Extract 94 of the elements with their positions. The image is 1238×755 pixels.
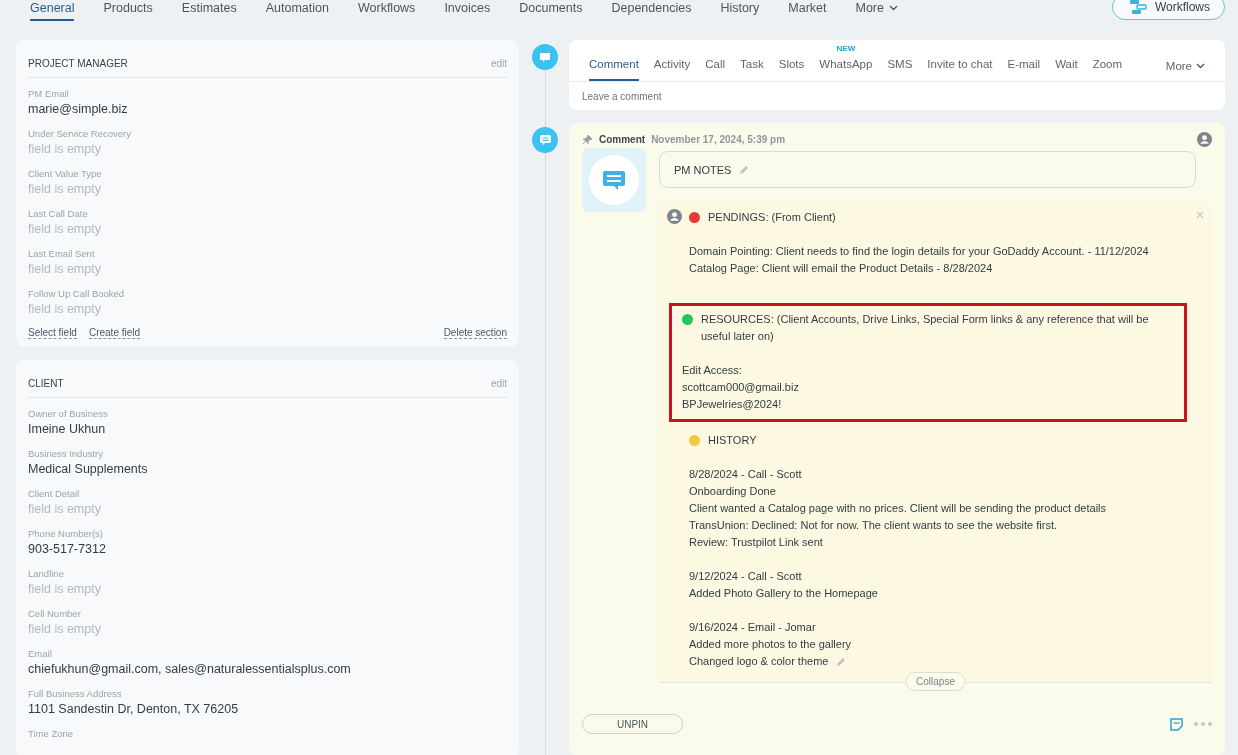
pencil-icon[interactable] [739, 164, 750, 175]
field-value: Medical Supplements [28, 461, 149, 478]
field-value: field is empty [28, 301, 102, 318]
comment-date: November 17, 2024, 5:39 pm [651, 133, 786, 145]
note-icon[interactable] [1169, 716, 1184, 732]
note-line: Added more photos to the gallery [689, 637, 852, 652]
field-value: chiefukhun@gmail.com, sales@naturalessentialsplus.com [28, 661, 352, 678]
message-icon [588, 154, 640, 206]
delete-section-link[interactable]: Delete section [443, 327, 507, 339]
composer-tab[interactable]: SMS [887, 58, 913, 81]
field-label: Follow Up Call Booked [28, 287, 126, 301]
nav-tab[interactable]: Products [103, 0, 153, 21]
nav-tab[interactable]: Dependencies [611, 0, 692, 21]
composer-tab[interactable]: Call [705, 58, 726, 81]
composer-tab[interactable]: E-mail [1007, 58, 1041, 81]
field-label: Landline [28, 567, 65, 581]
nav-tab[interactable]: Market [788, 0, 827, 21]
nav-tab[interactable]: Invoices [444, 0, 491, 21]
field-label: Last Call Date [28, 207, 89, 221]
user-icon [1197, 131, 1212, 147]
field-value: field is empty [28, 501, 102, 518]
note-title: PM NOTES [674, 163, 732, 176]
field-value: field is empty [28, 181, 102, 198]
collapse-button[interactable]: Collapse [905, 672, 966, 691]
comment-input[interactable]: Leave a comment [569, 82, 1225, 110]
field-value: field is empty [28, 141, 102, 158]
composer-tab[interactable]: Task [740, 58, 764, 81]
nav-tab[interactable]: General [30, 0, 75, 21]
field-value: marie@simple.biz [28, 101, 129, 118]
composer-tab[interactable]: Zoom [1092, 58, 1123, 81]
nav-tab[interactable]: Workflows [357, 0, 416, 21]
field-label: Last Email Sent [28, 247, 96, 261]
user-icon [667, 209, 682, 224]
field-label: Time Zone [28, 727, 75, 741]
chat-icon [532, 44, 558, 70]
close-icon[interactable] [1196, 211, 1204, 219]
field-label: Client Value Type [28, 167, 103, 181]
note-line: Review: Trustpilot Link sent [689, 535, 823, 550]
field-value: field is empty [28, 621, 102, 638]
note-line: Catalog Page: Client will email the Product Details - 8/28/2024 [689, 261, 993, 276]
field-value: field is empty [28, 261, 102, 278]
more-icon[interactable] [1194, 722, 1212, 726]
pin-icon[interactable] [582, 133, 593, 145]
nav-tab[interactable]: Documents [519, 0, 583, 21]
field-value: Imeine Ukhun [28, 421, 107, 438]
nav-tab[interactable]: More [855, 0, 898, 21]
new-label: NEW [836, 44, 856, 53]
note-line: Client wanted a Catalog page with no prices. Client will be sending the product details [689, 501, 1107, 516]
workflows-button[interactable]: Workflows [1111, 0, 1225, 20]
chevron-down-icon [1196, 63, 1205, 69]
nav-tab[interactable]: Automation [265, 0, 329, 21]
note-line: Onboarding Done [689, 484, 776, 499]
field-label: Business Industry [28, 447, 104, 461]
field-value: field is empty [28, 581, 102, 598]
section-title: CLIENT [28, 378, 64, 389]
field-label: Under Service Recovery [28, 127, 132, 141]
note-heading: RESOURCES: (Client Accounts, Drive Links, Special Form links & any reference that will be useful later on) [701, 312, 1150, 344]
workflow-icon [1128, 0, 1147, 15]
comment-icon [532, 127, 558, 153]
field-label: Cell Number [28, 607, 82, 621]
field-value: 1101 Sandestin Dr, Denton, TX 76205 [28, 701, 240, 718]
nav-tab[interactable]: Estimates [181, 0, 237, 21]
nav-tab[interactable]: History [720, 0, 760, 21]
note-line: Added Photo Gallery to the Homepage [689, 586, 878, 601]
field-action-link[interactable]: Create field [88, 327, 141, 339]
field-value: field is empty [28, 221, 102, 238]
field-label: PM Email [28, 87, 70, 101]
more-dropdown[interactable]: More [1165, 60, 1205, 81]
field-label: Phone Number(s) [28, 527, 104, 541]
note-line: BPJewelries@2024! [682, 397, 782, 412]
field-label: Full Business Address [28, 687, 123, 701]
composer-tab[interactable]: Invite to chat [927, 58, 993, 81]
note-line: scottcam000@gmail.biz [682, 380, 799, 395]
composer-tab[interactable]: Activity [653, 58, 691, 81]
chevron-down-icon [889, 5, 898, 11]
field-value: 903-517-7312 [28, 541, 107, 558]
field-label: Client Detail [28, 487, 81, 501]
note-line: 9/16/2024 - Email - Jomar [689, 620, 816, 635]
note-heading: HISTORY [708, 433, 757, 448]
field-label: Owner of Business [28, 407, 109, 421]
note-heading: PENDINGS: (From Client) [708, 210, 836, 225]
composer-tab[interactable]: Slots [778, 58, 805, 81]
note-line: Domain Pointing: Client needs to find the login details for your GoDaddy Account. - 11/12/2024 [689, 244, 1149, 259]
comment-type: Comment [599, 133, 646, 145]
note-line: TransUnion: Declined: Not for now. The client wants to see the website first. [689, 518, 1058, 533]
field-action-link[interactable]: Select field [28, 327, 77, 339]
note-line: Edit Access: [682, 363, 742, 378]
section-title: PROJECT MANAGER [28, 58, 128, 69]
note-line: Changed logo & color theme [689, 654, 829, 669]
note-line: 9/12/2024 - Call - Scott [689, 569, 802, 584]
composer-tab[interactable]: Wait [1055, 58, 1078, 81]
pencil-icon[interactable] [836, 656, 847, 667]
note-line: 8/28/2024 - Call - Scott [689, 467, 802, 482]
field-label: Email [28, 647, 53, 661]
